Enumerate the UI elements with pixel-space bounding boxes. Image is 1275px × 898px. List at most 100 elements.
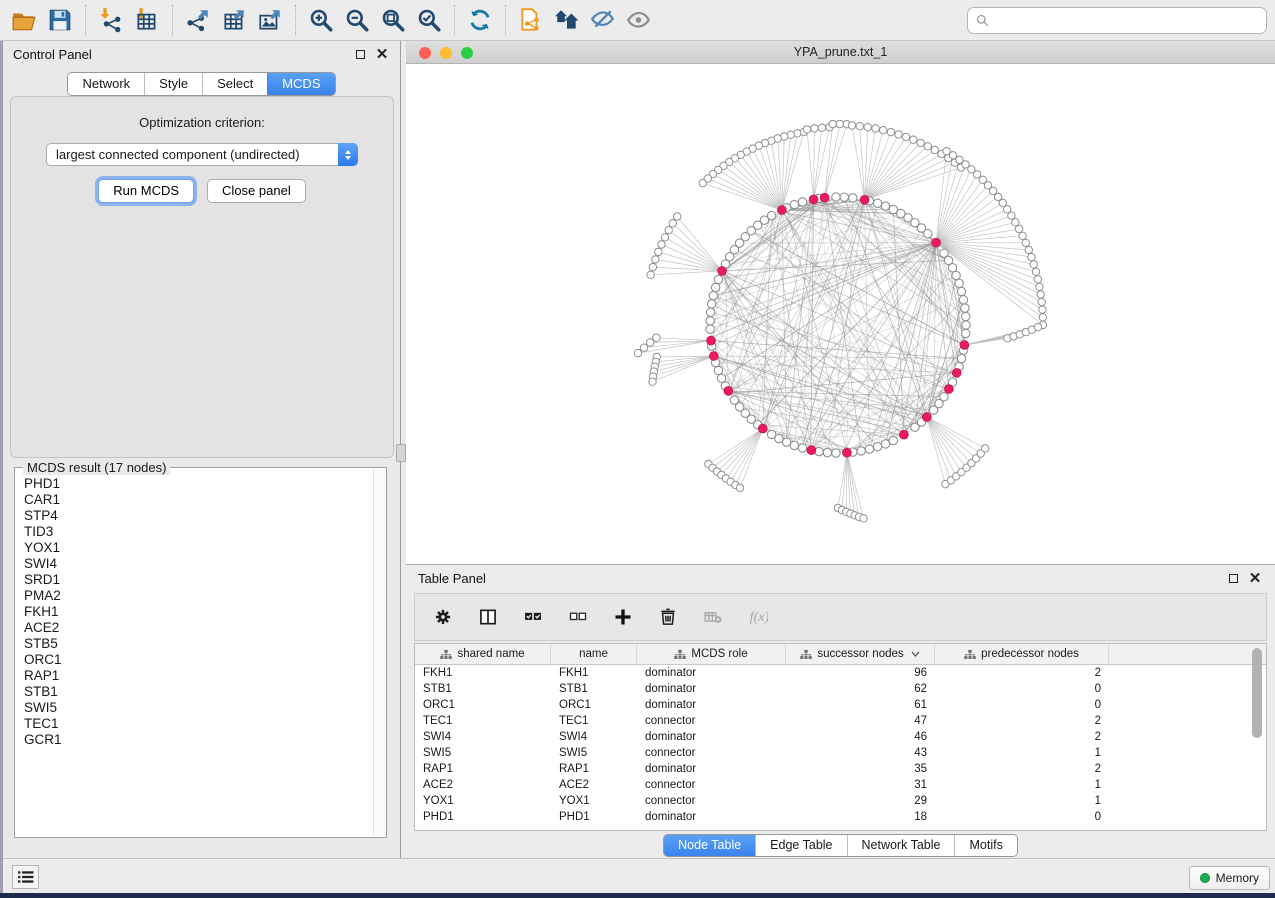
mcds-hub-node[interactable]: [707, 336, 716, 345]
leaf-node[interactable]: [848, 122, 855, 129]
column-header-MCDS-role[interactable]: MCDS role: [637, 644, 786, 664]
ring-node[interactable]: [873, 199, 881, 207]
ring-node[interactable]: [952, 271, 960, 279]
network-canvas[interactable]: [406, 64, 1275, 564]
zoom-fit-button[interactable]: [375, 3, 411, 37]
tab-style[interactable]: Style: [144, 73, 202, 95]
mcds-hub-node[interactable]: [952, 369, 961, 378]
export-table-button[interactable]: [216, 3, 252, 37]
mcds-hub-node[interactable]: [923, 413, 932, 422]
ring-node[interactable]: [798, 444, 806, 452]
leaf-node[interactable]: [931, 146, 938, 153]
ring-node[interactable]: [790, 200, 798, 208]
tab-node-table[interactable]: Node Table: [664, 835, 755, 856]
close-panel-button[interactable]: ✕: [374, 46, 390, 62]
mcds-hub-node[interactable]: [945, 385, 954, 394]
table-row[interactable]: YOX1YOX1connector291: [415, 793, 1266, 809]
task-history-button[interactable]: [12, 865, 39, 889]
ring-node[interactable]: [849, 194, 857, 202]
mcds-result-item[interactable]: TEC1: [24, 716, 373, 732]
home-button[interactable]: [549, 3, 585, 37]
leaf-node[interactable]: [661, 234, 668, 241]
close-panel-button-mcds[interactable]: Close panel: [207, 179, 306, 203]
leaf-node[interactable]: [1025, 246, 1032, 253]
float-panel-button[interactable]: [352, 46, 368, 62]
table-row[interactable]: PHD1PHD1dominator180: [415, 809, 1266, 825]
leaf-node[interactable]: [1015, 225, 1022, 232]
table-scrollbar-thumb[interactable]: [1252, 648, 1262, 738]
mcds-result-item[interactable]: PMA2: [24, 588, 373, 604]
leaf-node[interactable]: [1022, 239, 1029, 246]
mcds-result-item[interactable]: RAP1: [24, 668, 373, 684]
leaf-node[interactable]: [665, 227, 672, 234]
tab-edge-table[interactable]: Edge Table: [755, 835, 846, 856]
ring-node[interactable]: [823, 448, 831, 456]
mcds-hub-node[interactable]: [843, 448, 852, 457]
mcds-result-item[interactable]: STB1: [24, 684, 373, 700]
column-header-predecessor-nodes[interactable]: predecessor nodes: [935, 644, 1109, 664]
network-view-titlebar[interactable]: YPA_prune.txt_1: [406, 41, 1275, 64]
table-row[interactable]: ORC1ORC1dominator610: [415, 697, 1266, 713]
ring-node[interactable]: [955, 279, 963, 287]
ring-node[interactable]: [840, 193, 848, 201]
ring-node[interactable]: [706, 308, 714, 316]
leaf-node[interactable]: [1036, 283, 1043, 290]
show-eye-button[interactable]: [621, 3, 657, 37]
delete-button[interactable]: [656, 605, 680, 629]
leaf-node[interactable]: [887, 128, 894, 135]
leaf-node[interactable]: [674, 213, 681, 220]
ring-node[interactable]: [714, 366, 722, 374]
leaf-node[interactable]: [1012, 219, 1019, 226]
tab-motifs[interactable]: Motifs: [954, 835, 1016, 856]
open-folder-button[interactable]: [6, 3, 42, 37]
export-network-button[interactable]: [180, 3, 216, 37]
leaf-node[interactable]: [1039, 306, 1046, 313]
refresh-button[interactable]: [462, 3, 498, 37]
leaf-node[interactable]: [1037, 291, 1044, 298]
leaf-node[interactable]: [649, 378, 656, 385]
ring-node[interactable]: [961, 304, 969, 312]
import-network-button[interactable]: [93, 3, 129, 37]
mcds-hub-node[interactable]: [724, 387, 733, 396]
tab-network[interactable]: Network: [68, 73, 144, 95]
leaf-node[interactable]: [811, 125, 818, 132]
zoom-in-button[interactable]: [303, 3, 339, 37]
column-header-shared-name[interactable]: shared name: [415, 644, 551, 664]
leaf-node[interactable]: [818, 124, 825, 131]
ring-node[interactable]: [940, 393, 948, 401]
float-table-panel-button[interactable]: [1225, 570, 1241, 586]
table-row[interactable]: RAP1RAP1dominator352: [415, 761, 1266, 777]
memory-button[interactable]: Memory: [1189, 866, 1270, 890]
ring-node[interactable]: [959, 296, 967, 304]
ring-node[interactable]: [873, 443, 881, 451]
leaf-node[interactable]: [658, 241, 665, 248]
mcds-hub-node[interactable]: [809, 195, 818, 204]
mcds-hub-node[interactable]: [778, 206, 787, 215]
leaf-node[interactable]: [736, 484, 743, 491]
leaf-node[interactable]: [647, 339, 654, 346]
ring-node[interactable]: [881, 202, 889, 210]
leaf-node[interactable]: [924, 143, 931, 150]
ring-node[interactable]: [706, 325, 714, 333]
leaf-node[interactable]: [1028, 253, 1035, 260]
close-table-panel-button[interactable]: ✕: [1247, 570, 1263, 586]
ring-node[interactable]: [832, 193, 840, 201]
mcds-result-item[interactable]: GCR1: [24, 732, 373, 748]
mcds-hub-node[interactable]: [718, 267, 727, 276]
leaf-node[interactable]: [1034, 276, 1041, 283]
window-maximize-traffic-light[interactable]: [461, 47, 473, 59]
ring-node[interactable]: [957, 287, 965, 295]
ring-node[interactable]: [940, 249, 948, 257]
columns-button[interactable]: [476, 605, 500, 629]
run-mcds-button[interactable]: Run MCDS: [98, 179, 194, 203]
leaf-node[interactable]: [910, 136, 917, 143]
leaf-node[interactable]: [1034, 323, 1041, 330]
add-button[interactable]: [611, 605, 635, 629]
table-row[interactable]: ACE2ACE2connector311: [415, 777, 1266, 793]
ring-node[interactable]: [790, 441, 798, 449]
mcds-result-item[interactable]: ORC1: [24, 652, 373, 668]
mcds-result-item[interactable]: PHD1: [24, 476, 373, 492]
leaf-node[interactable]: [652, 256, 659, 263]
ring-node[interactable]: [798, 198, 806, 206]
leaf-node[interactable]: [1019, 232, 1026, 239]
